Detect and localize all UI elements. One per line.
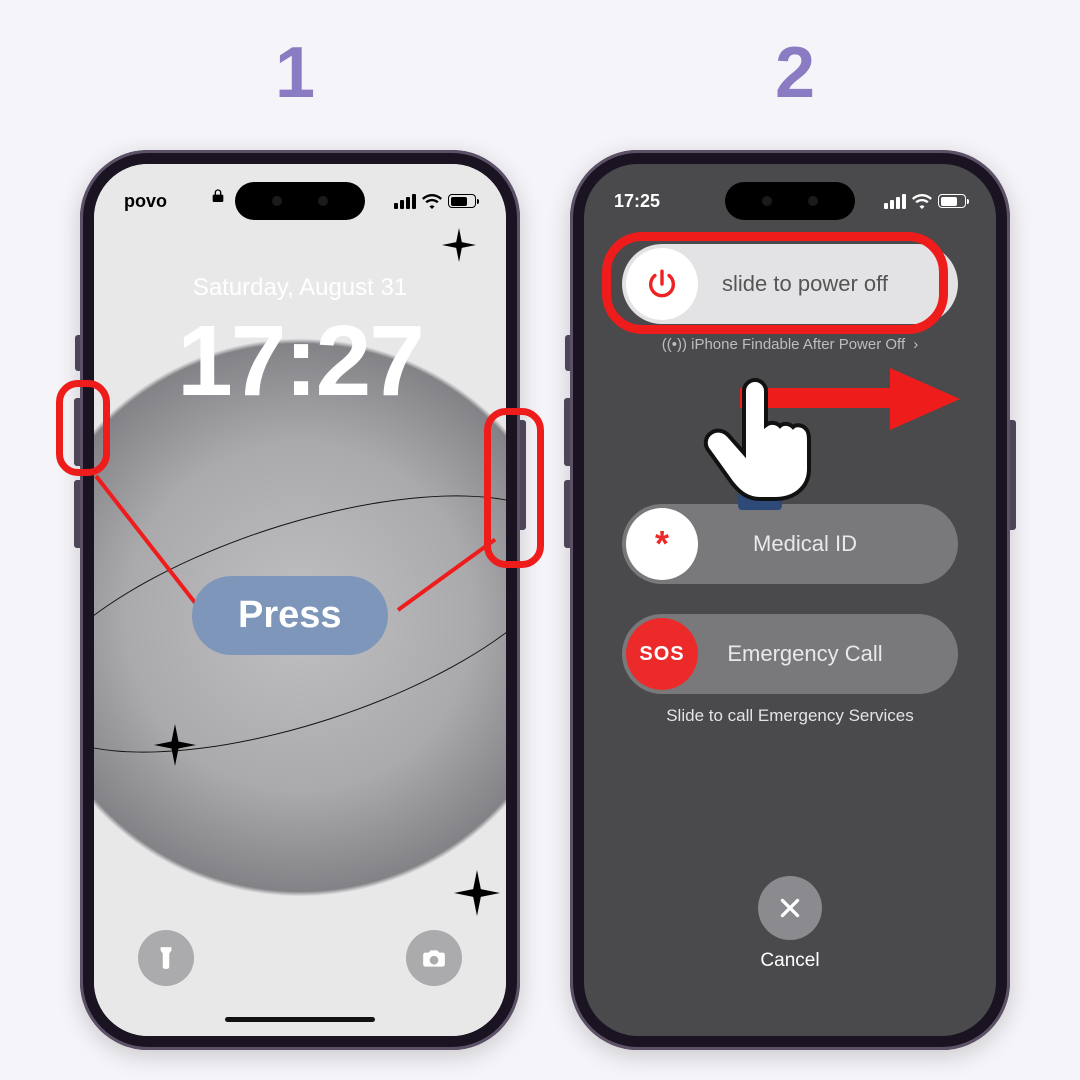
flashlight-icon (153, 945, 179, 971)
ringer-switch[interactable] (75, 335, 80, 371)
findable-note[interactable]: ((•)) iPhone Findable After Power Off › (584, 336, 996, 353)
cell-signal-icon (884, 194, 906, 209)
carrier-label: povo (124, 191, 167, 212)
sparkle-icon (454, 870, 500, 916)
volume-down-button[interactable] (564, 480, 570, 548)
sos-text: SOS (639, 643, 684, 666)
camera-button[interactable] (406, 930, 462, 986)
flashlight-button[interactable] (138, 930, 194, 986)
close-icon (777, 895, 803, 921)
cancel-button[interactable] (758, 876, 822, 940)
sparkle-icon (154, 724, 196, 766)
medical-id-knob[interactable]: * (626, 508, 698, 580)
wifi-icon (912, 194, 932, 209)
hand-pointer-icon (700, 372, 820, 527)
home-indicator[interactable] (225, 1017, 375, 1022)
cancel-label: Cancel (584, 950, 996, 972)
findable-text: iPhone Findable After Power Off (691, 336, 905, 353)
chevron-right-icon: › (913, 336, 918, 353)
volume-down-button[interactable] (74, 480, 80, 548)
wifi-icon (422, 194, 442, 209)
lock-date: Saturday, August 31 (94, 274, 506, 302)
status-time: 17:25 (614, 191, 660, 212)
lock-icon (210, 186, 226, 206)
sparkle-icon (442, 228, 476, 262)
volume-up-button[interactable] (564, 398, 570, 466)
sos-knob[interactable]: SOS (626, 618, 698, 690)
camera-icon (421, 945, 447, 971)
step-number-1: 1 (60, 32, 530, 114)
dynamic-island (235, 182, 365, 220)
emergency-call-label: Emergency Call (702, 641, 958, 667)
step-number-2: 2 (560, 32, 1030, 114)
highlight-volume-up (56, 380, 110, 476)
cell-signal-icon (394, 194, 416, 209)
side-power-button[interactable] (1010, 420, 1016, 530)
emergency-sos-slider[interactable]: SOS Emergency Call (622, 614, 958, 694)
battery-icon (448, 194, 476, 208)
sos-subtext: Slide to call Emergency Services (584, 706, 996, 726)
ringer-switch[interactable] (565, 335, 570, 371)
lock-time: 17:27 (94, 304, 506, 419)
dynamic-island (725, 182, 855, 220)
highlight-side-button (484, 408, 544, 568)
medical-id-label: Medical ID (702, 531, 958, 557)
asterisk-icon: * (655, 523, 669, 565)
highlight-power-slider (602, 232, 948, 334)
location-icon: ((•)) (662, 336, 687, 353)
press-label: Press (192, 576, 388, 655)
cancel-group: Cancel (584, 876, 996, 972)
battery-icon (938, 194, 966, 208)
